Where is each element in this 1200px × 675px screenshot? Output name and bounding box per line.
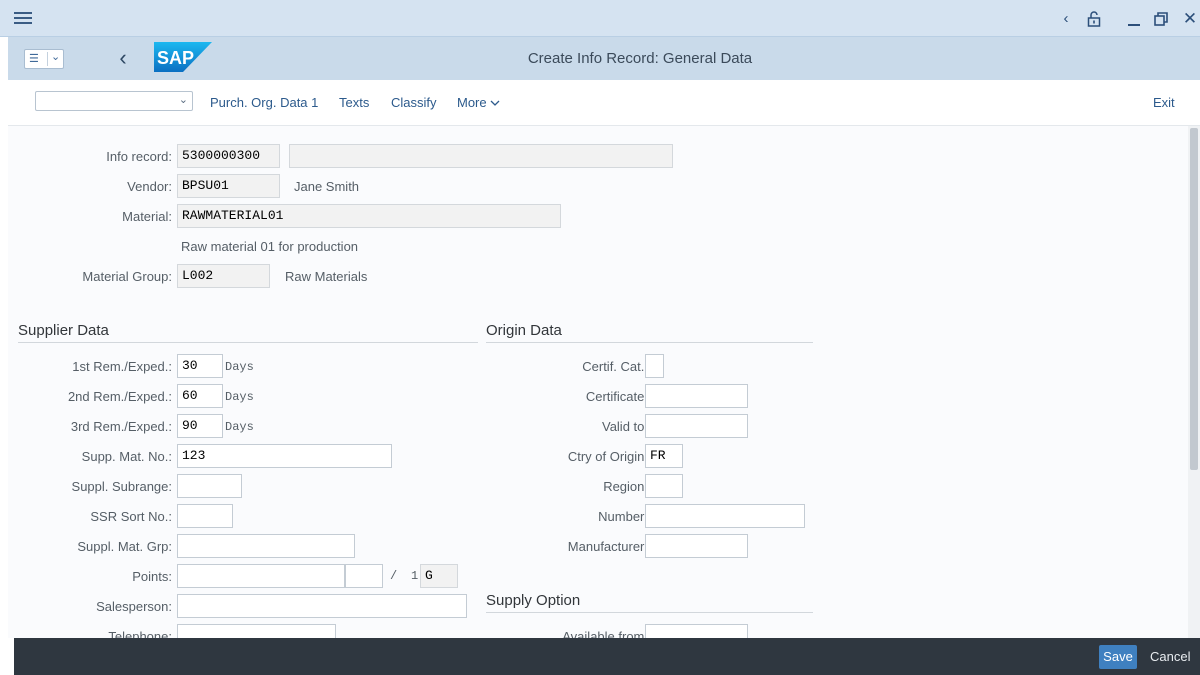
ctry-of-origin-label: Ctry of Origin: xyxy=(567,449,648,464)
material-group-label: Material Group: xyxy=(82,269,172,284)
page-title: Create Info Record: General Data xyxy=(527,50,753,67)
salesperson-label: Salesperson: xyxy=(96,599,172,614)
classify-button[interactable]: Classify xyxy=(391,95,437,110)
exit-button[interactable]: Exit xyxy=(1153,95,1175,110)
origin-data-title: Origin Data xyxy=(486,322,562,339)
points-unit-field[interactable] xyxy=(345,564,383,588)
ssr-sort-field[interactable] xyxy=(177,504,233,528)
supply-option-title: Supply Option xyxy=(486,592,581,609)
points-per-separator: / xyxy=(390,569,398,583)
valid-to-field[interactable] xyxy=(645,414,748,438)
section-divider xyxy=(18,342,478,343)
available-from-field[interactable] xyxy=(645,624,748,638)
rem2-label: 2nd Rem./Exped.: xyxy=(67,389,172,404)
certificate-field[interactable] xyxy=(645,384,748,408)
available-from-label: Available from: xyxy=(562,629,648,638)
certif-cat-field[interactable] xyxy=(645,354,664,378)
section-divider xyxy=(486,612,813,613)
valid-to-label: Valid to: xyxy=(601,419,648,434)
vendor-name: Jane Smith xyxy=(294,179,360,194)
certif-cat-label: Certif. Cat.: xyxy=(582,359,648,374)
section-divider xyxy=(486,342,813,343)
ssr-sort-label: SSR Sort No.: xyxy=(90,509,172,524)
toolbar: ⌄ Purch. Org. Data 1 Texts Classify More… xyxy=(8,80,1200,126)
supp-mat-no-label: Supp. Mat. No.: xyxy=(81,449,172,464)
points-per-value: 1 xyxy=(411,569,419,583)
action-dropdown[interactable]: ⌄ xyxy=(35,91,193,111)
material-label: Material: xyxy=(122,209,172,224)
rem1-field[interactable]: 30 xyxy=(177,354,223,378)
points-field[interactable] xyxy=(177,564,345,588)
ctry-of-origin-field[interactable]: FR xyxy=(645,444,683,468)
material-group-description: Raw Materials xyxy=(285,269,368,284)
minimize-icon[interactable] xyxy=(1123,8,1145,30)
hamburger-menu-icon[interactable] xyxy=(12,9,34,29)
scrollbar-thumb[interactable] xyxy=(1190,128,1198,470)
certificate-label: Certificate: xyxy=(585,389,648,404)
rem3-field[interactable]: 90 xyxy=(177,414,223,438)
texts-button[interactable]: Texts xyxy=(339,95,369,110)
supplier-data-title: Supplier Data xyxy=(18,322,109,339)
salesperson-field[interactable] xyxy=(177,594,467,618)
material-description: Raw material 01 for production xyxy=(181,239,359,254)
rem3-label: 3rd Rem./Exped.: xyxy=(70,419,172,434)
suppl-mat-grp-label: Suppl. Mat. Grp: xyxy=(77,539,172,554)
supp-mat-no-field[interactable]: 123 xyxy=(177,444,392,468)
purch-org-data-button[interactable]: Purch. Org. Data 1 xyxy=(210,95,318,110)
material-field[interactable]: RAWMATERIAL01 xyxy=(177,204,561,228)
rem2-unit: Days xyxy=(225,390,254,404)
rem2-field[interactable]: 60 xyxy=(177,384,223,408)
chevron-left-icon[interactable]: ‹ xyxy=(1055,8,1077,30)
rem1-unit: Days xyxy=(225,360,254,374)
number-label: Number: xyxy=(598,509,648,524)
number-field[interactable] xyxy=(645,504,805,528)
region-field[interactable] xyxy=(645,474,683,498)
vendor-field[interactable]: BPSU01 xyxy=(177,174,280,198)
more-button[interactable]: More xyxy=(457,95,500,110)
info-record-field[interactable]: 5300000300 xyxy=(177,144,280,168)
material-group-field[interactable]: L002 xyxy=(177,264,270,288)
cancel-button[interactable]: Cancel xyxy=(1150,649,1190,664)
rem3-unit: Days xyxy=(225,420,254,434)
manufacturer-field[interactable] xyxy=(645,534,748,558)
manufacturer-label: Manufacturer: xyxy=(567,539,648,554)
chevron-down-icon: ⌄ xyxy=(178,94,188,106)
suppl-mat-grp-field[interactable] xyxy=(177,534,355,558)
vendor-label: Vendor: xyxy=(127,179,172,194)
points-uom-field[interactable]: G xyxy=(420,564,458,588)
form-content: Info record: 5300000300 Vendor: BPSU01 J… xyxy=(8,126,1188,638)
telephone-field[interactable] xyxy=(177,624,336,638)
vertical-scrollbar[interactable] xyxy=(1188,126,1200,638)
restore-icon[interactable] xyxy=(1150,8,1172,30)
region-label: Region: xyxy=(603,479,648,494)
save-button[interactable]: Save xyxy=(1099,645,1137,669)
rem1-label: 1st Rem./Exped.: xyxy=(72,359,172,374)
info-record-description-field[interactable] xyxy=(289,144,673,168)
window-titlebar: ‹ ✕ xyxy=(0,0,1200,37)
telephone-label: Telephone: xyxy=(108,629,172,638)
unlock-icon[interactable] xyxy=(1083,8,1105,30)
chevron-down-icon xyxy=(490,100,500,106)
close-icon[interactable]: ✕ xyxy=(1179,8,1200,30)
points-label: Points: xyxy=(132,569,172,584)
info-record-label: Info record: xyxy=(106,149,172,164)
shell-bar: ☰ ⌄ ‹ SAP Create Info Record: General Da… xyxy=(8,37,1200,80)
suppl-subrange-field[interactable] xyxy=(177,474,242,498)
footer-bar: Save Cancel xyxy=(14,638,1200,675)
suppl-subrange-label: Suppl. Subrange: xyxy=(71,479,172,494)
